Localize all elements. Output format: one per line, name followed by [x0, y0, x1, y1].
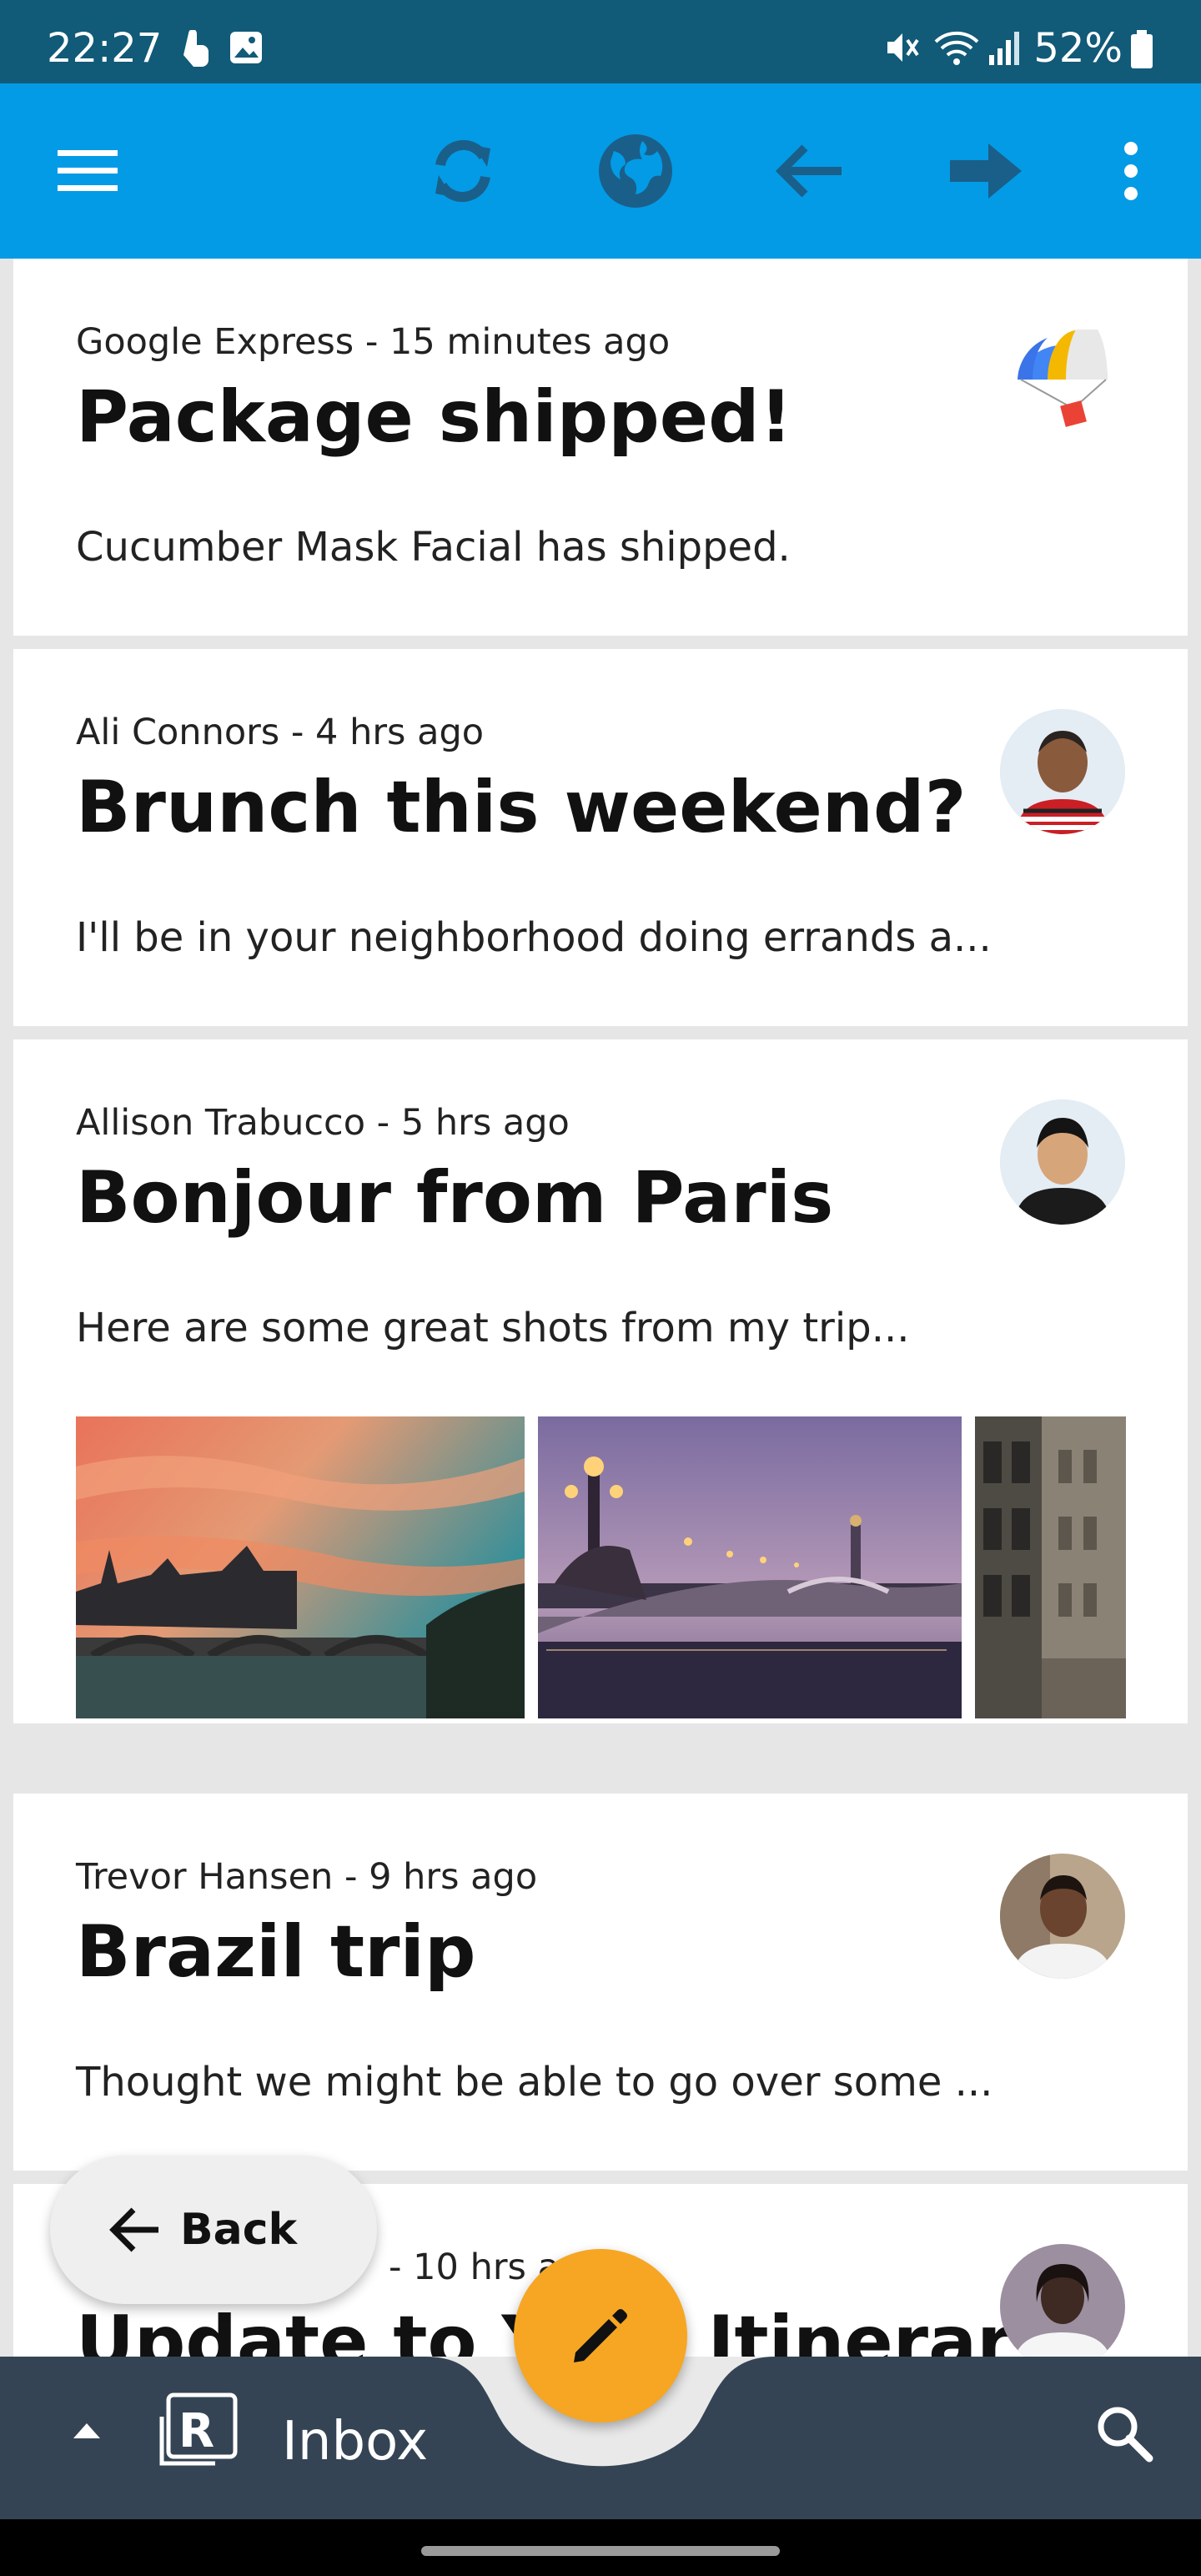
refresh-button[interactable]: [421, 129, 505, 213]
back-button[interactable]: Back: [50, 2156, 377, 2304]
battery-level: 52%: [1033, 25, 1123, 72]
search-icon[interactable]: [1094, 2403, 1154, 2463]
paris-sunset-bridge-photo[interactable]: [76, 1416, 525, 1718]
arrow-back-icon: [109, 2207, 158, 2252]
touch-notification-icon: [183, 30, 209, 67]
email-sender-meta: Google Express - 15 minutes ago: [76, 321, 671, 363]
pont-alexandre-iii-photo[interactable]: [538, 1416, 962, 1718]
email-subject: Bonjour from Paris: [76, 1156, 834, 1240]
woman-avatar: [1000, 2244, 1125, 2357]
menu-button[interactable]: [46, 129, 129, 213]
email-preview: I'll be in your neighborhood doing erran…: [76, 914, 992, 961]
forward-arrow-button[interactable]: [944, 129, 1028, 213]
status-bar: 22:27 52%: [0, 0, 1201, 83]
email-preview: Here are some great shots from my trip..…: [76, 1305, 910, 1351]
paris-street-buildings-photo[interactable]: [975, 1416, 1126, 1718]
email-preview: Thought we might be able to go over some…: [76, 2059, 993, 2106]
allison-trabucco-avatar: [1000, 1099, 1125, 1225]
sender-avatar[interactable]: [1000, 1854, 1125, 1979]
refresh-icon: [435, 139, 490, 203]
compose-button[interactable]: [514, 2249, 687, 2423]
more-vertical-icon: [1124, 142, 1138, 200]
email-subject: Brazil trip: [76, 1910, 476, 1994]
photo-sunset-image: [76, 1416, 525, 1718]
more-options-button[interactable]: [1089, 129, 1173, 213]
ali-connors-avatar: [1000, 709, 1125, 834]
sender-avatar[interactable]: [1000, 709, 1125, 834]
battery-icon: [1131, 30, 1153, 68]
globe-button[interactable]: [594, 129, 677, 213]
status-time: 22:27: [47, 25, 163, 72]
email-card[interactable]: Trevor Hansen - 9 hrs ago Brazil trip Th…: [13, 1794, 1188, 2171]
gesture-handle[interactable]: [421, 2546, 780, 2556]
edit-pencil-icon: [574, 2309, 627, 2362]
email-preview: Cucumber Mask Facial has shipped.: [76, 524, 791, 571]
app-bar: [0, 83, 1201, 259]
back-button-label: Back: [180, 2205, 298, 2255]
parachute-icon: [1018, 321, 1108, 427]
mailbox-label[interactable]: Inbox: [282, 2411, 428, 2473]
email-sender-meta: Allison Trabucco - 5 hrs ago: [76, 1102, 570, 1144]
email-feed[interactable]: Google Express - 15 minutes ago Package …: [0, 259, 1201, 2357]
email-subject: Brunch this weekend?: [76, 766, 967, 849]
arrow-forward-icon: [950, 143, 1022, 199]
google-express-parachute-logo: [1014, 321, 1113, 430]
system-navigation-bar: [0, 2519, 1201, 2576]
arrow-back-icon: [775, 144, 842, 198]
email-card[interactable]: Ali Connors - 4 hrs ago Brunch this week…: [13, 649, 1188, 1026]
gallery-notification-icon: [230, 32, 262, 63]
email-sender-meta: Trevor Hansen - 9 hrs ago: [76, 1856, 538, 1898]
mute-icon: [887, 33, 919, 62]
trevor-hansen-avatar: [1000, 1854, 1125, 1979]
photo-street-image: [975, 1416, 1126, 1718]
sender-avatar[interactable]: [1000, 1099, 1125, 1225]
svg-text:R: R: [178, 2404, 214, 2458]
email-card[interactable]: Google Express - 15 minutes ago Package …: [13, 259, 1188, 636]
hamburger-menu-icon: [58, 150, 118, 191]
expand-up-icon[interactable]: [70, 2420, 103, 2440]
email-sender-meta: Ali Connors - 4 hrs ago: [76, 712, 485, 753]
sender-avatar[interactable]: [1000, 2244, 1125, 2357]
globe-icon: [599, 134, 672, 208]
wifi-icon: [934, 31, 979, 65]
email-subject: Package shipped!: [76, 375, 792, 459]
photo-bridge-image: [538, 1416, 962, 1718]
signal-icon: [989, 32, 1019, 65]
reply-logo-icon: R: [159, 2392, 238, 2466]
back-arrow-button[interactable]: [767, 129, 851, 213]
